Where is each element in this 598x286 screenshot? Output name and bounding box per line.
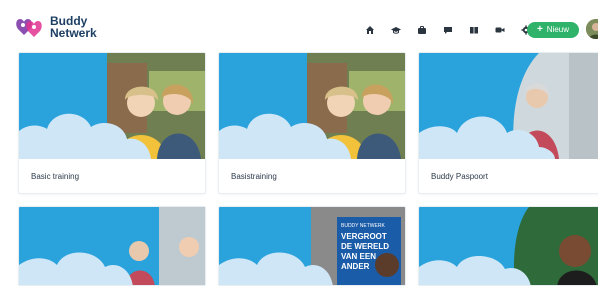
plus-icon: + <box>536 24 543 35</box>
course-card[interactable]: BUDDY NETWERK VERGROOT DE WERELD VAN EEN… <box>218 206 406 286</box>
top-navigation-bar: Buddy Netwerk + Nieuw <box>0 0 598 48</box>
poster-line: DE WERELD <box>341 242 389 251</box>
course-card[interactable]: Buddy Paspoort <box>418 52 598 194</box>
poster-line: VAN EEN <box>341 252 376 261</box>
poster-line: VERGROOT <box>341 232 387 241</box>
buddy-netwerk-logo-icon <box>16 19 42 37</box>
two-people-outdoor-photo <box>419 53 598 159</box>
course-card-image <box>419 53 598 159</box>
course-card[interactable]: Basistraining <box>218 52 406 194</box>
user-avatar[interactable] <box>586 19 598 39</box>
main-nav <box>361 21 535 39</box>
book-icon[interactable] <box>465 21 483 39</box>
video-icon[interactable] <box>491 21 509 39</box>
user-avatar-image <box>586 19 598 39</box>
course-card[interactable] <box>418 206 598 286</box>
brand-name: Buddy Netwerk <box>50 15 97 39</box>
poster-line: ANDER <box>341 262 370 271</box>
graduation-cap-icon[interactable] <box>387 21 405 39</box>
two-smiling-women-photo <box>19 53 205 159</box>
poster-photo: BUDDY NETWERK VERGROOT DE WERELD VAN EEN… <box>219 207 405 285</box>
two-smiling-women-photo <box>219 53 405 159</box>
course-card-image <box>219 53 405 159</box>
course-card-image <box>19 53 205 159</box>
course-card-title: Basic training <box>31 172 80 181</box>
course-card-title: Basistraining <box>231 172 277 181</box>
new-button[interactable]: + Nieuw <box>527 22 579 38</box>
course-card-image <box>419 207 598 285</box>
course-card[interactable] <box>18 206 206 286</box>
brand-logo[interactable]: Buddy Netwerk <box>14 11 124 43</box>
course-card-image: BUDDY NETWERK VERGROOT DE WERELD VAN EEN… <box>219 207 405 285</box>
course-card-image <box>19 207 205 285</box>
course-card[interactable]: Basic training <box>18 52 206 194</box>
smiling-man-photo <box>419 207 598 285</box>
chat-icon[interactable] <box>439 21 457 39</box>
course-grid: Basic training Basistraining Buddy Paspo… <box>0 52 598 286</box>
two-people-outdoor-photo <box>19 207 205 285</box>
poster-line: BUDDY NETWERK <box>341 223 385 229</box>
briefcase-icon[interactable] <box>413 21 431 39</box>
brand-name-line2: Netwerk <box>50 26 97 40</box>
course-card-title: Buddy Paspoort <box>431 172 488 181</box>
home-icon[interactable] <box>361 21 379 39</box>
new-button-label: Nieuw <box>546 25 570 34</box>
